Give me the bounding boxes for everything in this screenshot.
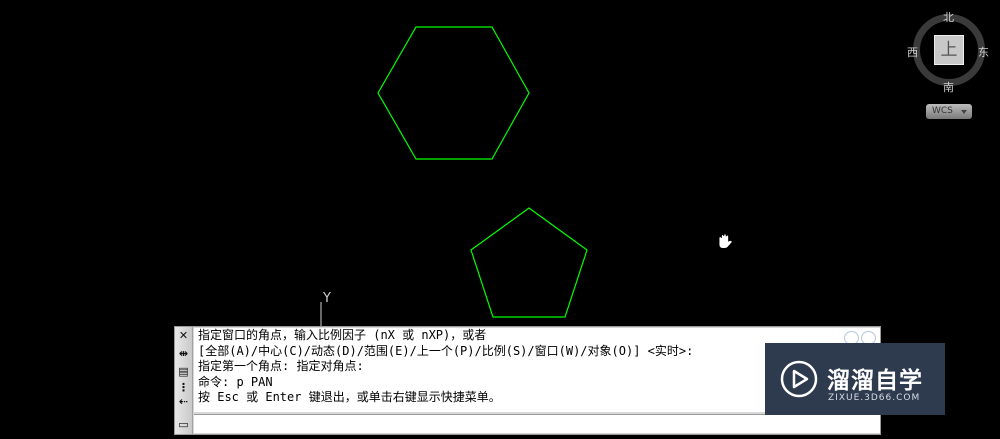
command-history-line: 指定窗口的角点，输入比例因子 (nX 或 nXP)，或者 [198, 328, 487, 342]
compass-north[interactable]: 北 [943, 9, 954, 25]
wcs-dropdown[interactable]: WCS [926, 104, 972, 119]
command-input[interactable] [194, 414, 880, 433]
properties-icon[interactable]: ▤ [177, 365, 190, 378]
command-line-icon[interactable]: ▭ [177, 418, 190, 431]
play-logo-icon [780, 360, 818, 398]
compass-west[interactable]: 西 [907, 44, 918, 60]
options-icon[interactable]: ⋮ [177, 381, 190, 394]
resize-icon[interactable]: ⇹ [177, 347, 190, 360]
watermark-logo: 溜溜自学 ZIXUE.3D66.COM [765, 343, 945, 415]
ucs-y-label: Y [322, 291, 331, 306]
history-icon[interactable]: ⇠ [177, 395, 190, 408]
viewcube-top-face[interactable]: 上 [934, 35, 964, 65]
hexagon-shape[interactable] [377, 26, 530, 160]
compass-east[interactable]: 东 [978, 44, 989, 60]
pentagon-shape[interactable] [470, 207, 588, 318]
compass-south[interactable]: 南 [943, 79, 954, 95]
close-icon[interactable]: ✕ [177, 329, 190, 342]
watermark-url: ZIXUE.3D66.COM [828, 393, 921, 403]
watermark-brand: 溜溜自学 [827, 368, 923, 394]
ucs-icon: Y [320, 291, 331, 326]
command-window-sidebar: ✕ ⇹ ▤ ⋮ ⇠ ▭ [175, 327, 193, 434]
pan-hand-icon [718, 233, 733, 249]
viewcube[interactable]: 北 南 西 东 上 WCS [905, 8, 995, 120]
